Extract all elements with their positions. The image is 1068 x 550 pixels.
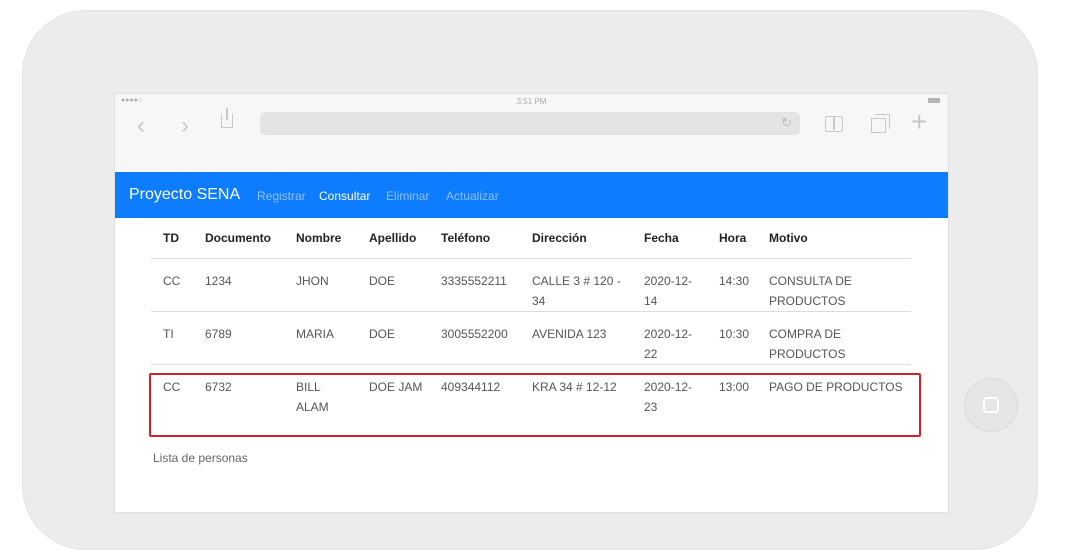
table-row: TI 6789 MARIA DOE 3005552200 AVENIDA 123… [151, 311, 911, 365]
cell-hora: 14:30 [707, 258, 757, 312]
battery-icon [928, 98, 940, 103]
cell-direccion: AVENIDA 123 [520, 311, 632, 365]
top-navbar: Proyecto SENA Registrar Consultar Elimin… [115, 172, 948, 218]
new-tab-icon[interactable]: + [911, 108, 927, 136]
forward-arrow-icon[interactable]: › [181, 114, 189, 138]
tablet-screen: ●●●●○ 3:51 PM ‹ › ↻ + Proyecto SENA Regi… [114, 93, 949, 513]
share-icon[interactable] [221, 108, 233, 128]
status-time: 3:51 PM [516, 97, 547, 106]
cell-fecha: 2020-12-14 [632, 258, 707, 312]
cell-documento: 1234 [193, 258, 284, 312]
home-square-icon [983, 397, 999, 413]
navbar-brand[interactable]: Proyecto SENA [129, 186, 240, 204]
highlight-box [149, 373, 921, 437]
cell-direccion: CALLE 3 # 120 - 34 [520, 258, 632, 312]
cell-td: CC [151, 258, 193, 312]
cell-telefono: 3335552211 [429, 258, 520, 312]
cell-nombre: MARIA [284, 311, 357, 365]
nav-link-actualizar[interactable]: Actualizar [446, 189, 499, 203]
col-header-fecha: Fecha [632, 218, 707, 259]
cell-td: TI [151, 311, 193, 365]
back-arrow-icon[interactable]: ‹ [137, 114, 145, 138]
nav-link-eliminar[interactable]: Eliminar [386, 189, 429, 203]
tabs-icon[interactable] [871, 114, 890, 133]
cell-fecha: 2020-12-22 [632, 311, 707, 365]
table-row: CC 1234 JHON DOE 3335552211 CALLE 3 # 12… [151, 258, 911, 312]
col-header-documento: Documento [193, 218, 284, 259]
cell-motivo: CONSULTA DE PRODUCTOS [757, 258, 911, 312]
col-header-td: TD [151, 218, 193, 259]
address-bar[interactable]: ↻ [260, 112, 800, 135]
nav-link-consultar[interactable]: Consultar [319, 189, 370, 203]
cell-nombre: JHON [284, 258, 357, 312]
browser-toolbar: ●●●●○ 3:51 PM ‹ › ↻ + [115, 94, 948, 172]
cell-motivo: COMPRA DE PRODUCTOS [757, 311, 911, 365]
cell-documento: 6789 [193, 311, 284, 365]
cell-telefono: 3005552200 [429, 311, 520, 365]
col-header-hora: Hora [707, 218, 757, 259]
cell-apellido: DOE [357, 258, 429, 312]
col-header-apellido: Apellido [357, 218, 429, 259]
home-button[interactable] [964, 378, 1018, 432]
nav-link-registrar[interactable]: Registrar [257, 189, 306, 203]
col-header-direccion: Dirección [520, 218, 632, 259]
table-caption: Lista de personas [153, 451, 248, 465]
reload-icon[interactable]: ↻ [781, 115, 792, 131]
table-header-row: TD Documento Nombre Apellido Teléfono Di… [151, 218, 911, 259]
col-header-nombre: Nombre [284, 218, 357, 259]
cell-hora: 10:30 [707, 311, 757, 365]
col-header-motivo: Motivo [757, 218, 911, 259]
col-header-telefono: Teléfono [429, 218, 520, 259]
bookmarks-icon[interactable] [825, 116, 843, 132]
cell-apellido: DOE [357, 311, 429, 365]
